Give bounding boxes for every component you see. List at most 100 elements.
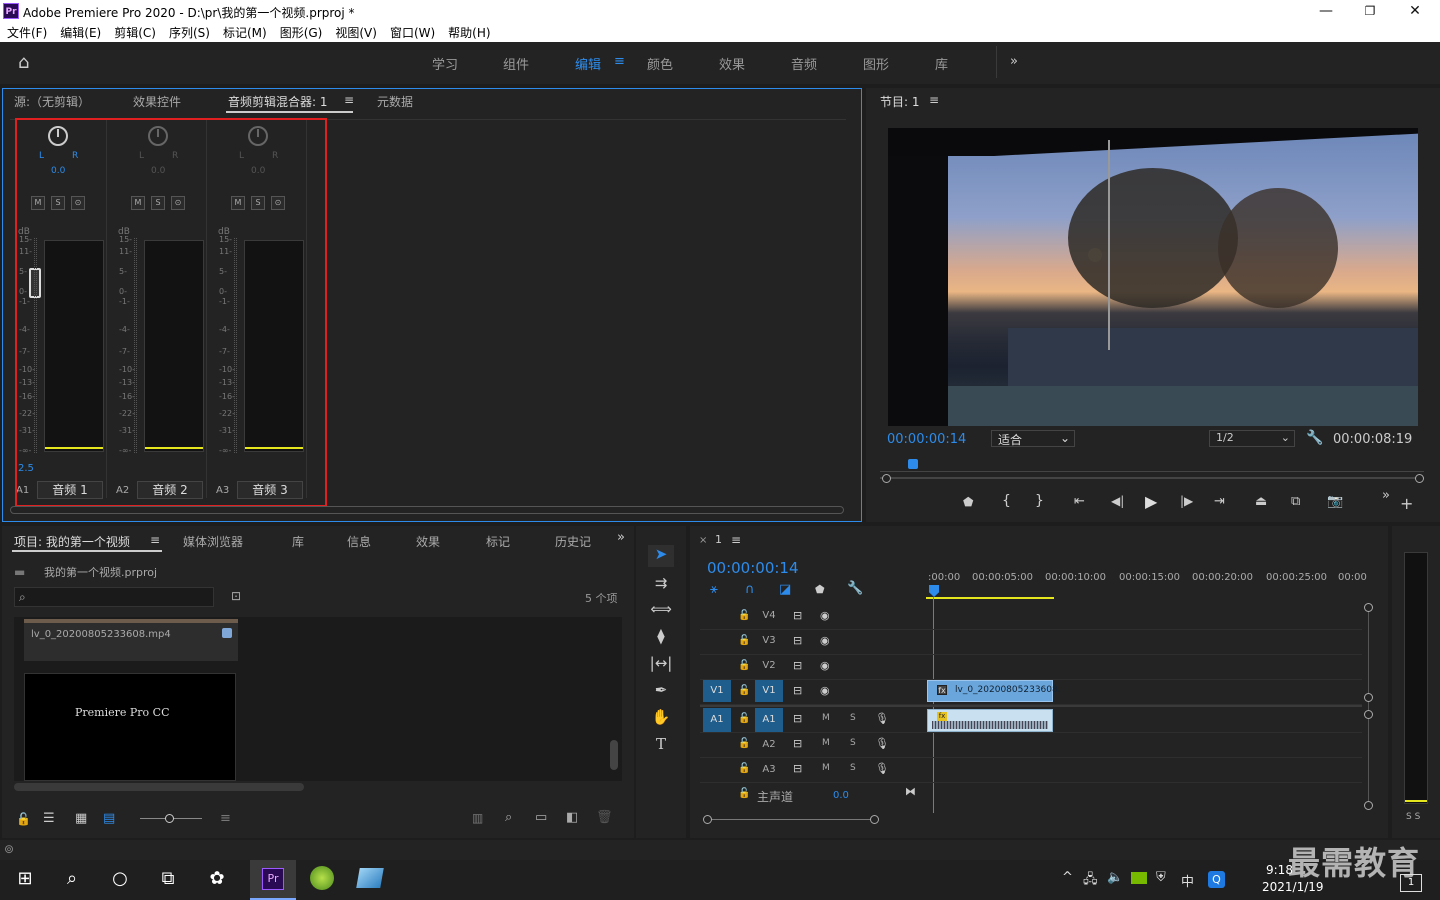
sync-lock-icon[interactable]: ⊟ [793, 712, 802, 725]
add-marker-icon[interactable]: ⬟ [963, 495, 973, 509]
tab-metadata[interactable]: 元数据 [377, 93, 413, 110]
timeline-zoom-scrollbar[interactable] [707, 819, 875, 820]
home-icon[interactable]: ⌂ [18, 52, 38, 73]
volume-icon[interactable]: 🔈 [1107, 870, 1123, 885]
track-lock-icon[interactable]: 🔓 [738, 660, 750, 671]
minimize-button[interactable]: — [1316, 2, 1336, 20]
tab-markers[interactable]: 标记 [486, 533, 510, 550]
workspace-overflow-icon[interactable]: » [1010, 54, 1018, 69]
task-view-icon[interactable]: ⧉ [153, 868, 183, 892]
workspace-effects[interactable]: 效果 [719, 54, 745, 73]
workspace-color[interactable]: 颜色 [647, 54, 673, 73]
type-tool-icon[interactable]: T [648, 735, 674, 757]
track-name[interactable]: A3 [755, 758, 783, 782]
mark-out-icon[interactable]: } [1035, 493, 1044, 509]
track-name[interactable]: V3 [755, 630, 783, 652]
program-playhead[interactable] [908, 459, 918, 469]
wrench-icon[interactable]: 🔧 [1306, 430, 1323, 446]
timeline-tab[interactable]: 1 [715, 533, 722, 546]
workspace-libraries[interactable]: 库 [935, 54, 948, 73]
track-select-tool-icon[interactable]: ⇉ [648, 574, 674, 596]
zoom-select[interactable]: 适合 ⌄ [991, 430, 1075, 447]
new-bin-from-search-icon[interactable]: ⊡ [231, 589, 241, 603]
tab-libraries[interactable]: 库 [292, 533, 304, 550]
tab-media-browser[interactable]: 媒体浏览器 [183, 533, 243, 550]
hand-tool-icon[interactable]: ✋ [648, 708, 674, 730]
security-shield-icon[interactable]: ⛨ [1156, 870, 1166, 885]
menu-view[interactable]: 视图(V) [335, 24, 377, 41]
track-name[interactable]: V2 [755, 655, 783, 677]
project-vertical-scrollbar[interactable] [610, 740, 618, 770]
timeline-menu-icon[interactable]: ≡ [731, 533, 741, 547]
add-marker-icon[interactable]: ⬟ [815, 583, 825, 596]
premiere-taskbar-button[interactable]: Pr [250, 860, 296, 900]
menu-file[interactable]: 文件(F) [7, 24, 47, 41]
eye-icon[interactable]: ◉ [820, 609, 830, 622]
program-zoom-scrollbar[interactable] [880, 477, 1424, 479]
workspace-editing[interactable]: 编辑 [575, 54, 601, 73]
editor-app-icon[interactable] [356, 868, 384, 888]
play-icon[interactable]: ▶ [1145, 492, 1157, 511]
panel-menu-icon[interactable]: ≡ [344, 93, 354, 107]
go-to-in-icon[interactable]: ⇤ [1074, 494, 1085, 509]
sync-lock-icon[interactable]: ⊟ [793, 609, 802, 622]
mixer-horizontal-scrollbar[interactable] [10, 506, 844, 514]
close-button[interactable]: ✕ [1405, 2, 1425, 20]
workspace-assembly[interactable]: 组件 [503, 54, 529, 73]
workspace-audio[interactable]: 音频 [791, 54, 817, 73]
menu-edit[interactable]: 编辑(E) [60, 24, 101, 41]
program-timecode[interactable]: 00:00:00:14 [887, 432, 966, 447]
razor-tool-icon[interactable]: ⧫ [648, 627, 674, 649]
nvidia-icon[interactable] [1131, 872, 1147, 884]
solo-labels[interactable]: S S [1406, 812, 1420, 822]
green-app-icon[interactable] [310, 866, 334, 890]
go-to-end-icon[interactable]: ⧓ [905, 785, 916, 798]
track-name[interactable]: V4 [755, 605, 783, 627]
overflow-icon[interactable]: » [617, 530, 625, 545]
workspace-menu-icon[interactable]: ≡ [614, 54, 625, 69]
source-patch-a1[interactable]: A1 [703, 708, 731, 732]
tab-source[interactable]: 源:（无剪辑） [14, 93, 90, 110]
menu-sequence[interactable]: 序列(S) [169, 24, 210, 41]
nest-icon[interactable]: ⚹ [710, 582, 718, 597]
track-name[interactable]: V1 [755, 680, 783, 702]
ime-indicator[interactable]: 中 [1181, 871, 1194, 890]
master-volume-value[interactable]: 0.0 [833, 790, 849, 801]
close-tab-icon[interactable]: × [699, 535, 707, 546]
mark-in-icon[interactable]: { [1002, 493, 1011, 509]
scroll-handle-right[interactable] [1415, 474, 1424, 483]
zoom-slider-handle[interactable] [165, 814, 174, 823]
workspace-learn[interactable]: 学习 [432, 54, 458, 73]
program-monitor-title[interactable]: 节目: 1 [880, 93, 920, 110]
find-icon[interactable]: ⌕ [505, 810, 512, 825]
search-icon[interactable]: ⌕ [57, 868, 87, 892]
sync-lock-icon[interactable]: ⊟ [793, 684, 802, 697]
track-solo-button[interactable]: S [850, 738, 856, 748]
scroll-handle-right[interactable] [870, 815, 879, 824]
new-bin-icon[interactable]: ▭ [535, 810, 547, 825]
timeline-timecode[interactable]: 00:00:00:14 [707, 559, 799, 577]
track-mute-button[interactable]: M [822, 713, 830, 723]
sync-lock-icon[interactable]: ⊟ [793, 737, 802, 750]
track-lock-icon[interactable]: 🔓 [738, 685, 750, 696]
freeform-view-icon[interactable]: ▤ [103, 811, 115, 826]
audio-clip[interactable]: fx [927, 709, 1053, 732]
sync-lock-icon[interactable]: ⊟ [793, 634, 802, 647]
scroll-handle[interactable] [1364, 693, 1373, 702]
step-back-icon[interactable]: ◀| [1111, 494, 1124, 508]
wrench-icon[interactable]: 🔧 [847, 581, 863, 596]
tab-project[interactable]: 项目: 我的第一个视频 [14, 533, 130, 550]
sort-icon[interactable]: ≡ [220, 811, 231, 826]
list-view-icon[interactable]: ☰ [43, 811, 55, 826]
tab-history[interactable]: 历史记 [555, 533, 591, 550]
menu-window[interactable]: 窗口(W) [390, 24, 435, 41]
timeline-vertical-scrollbar[interactable] [1368, 608, 1369, 804]
tab-effects[interactable]: 效果 [416, 533, 440, 550]
project-horizontal-scrollbar[interactable] [14, 783, 304, 791]
workspace-graphics[interactable]: 图形 [863, 54, 889, 73]
eye-icon[interactable]: ◉ [820, 634, 830, 647]
track-name[interactable]: A1 [755, 708, 783, 732]
microphone-icon[interactable]: 🎙 [875, 762, 889, 775]
pen-tool-icon[interactable]: ✒ [648, 681, 674, 703]
export-frame-icon[interactable]: 📷 [1327, 494, 1343, 509]
